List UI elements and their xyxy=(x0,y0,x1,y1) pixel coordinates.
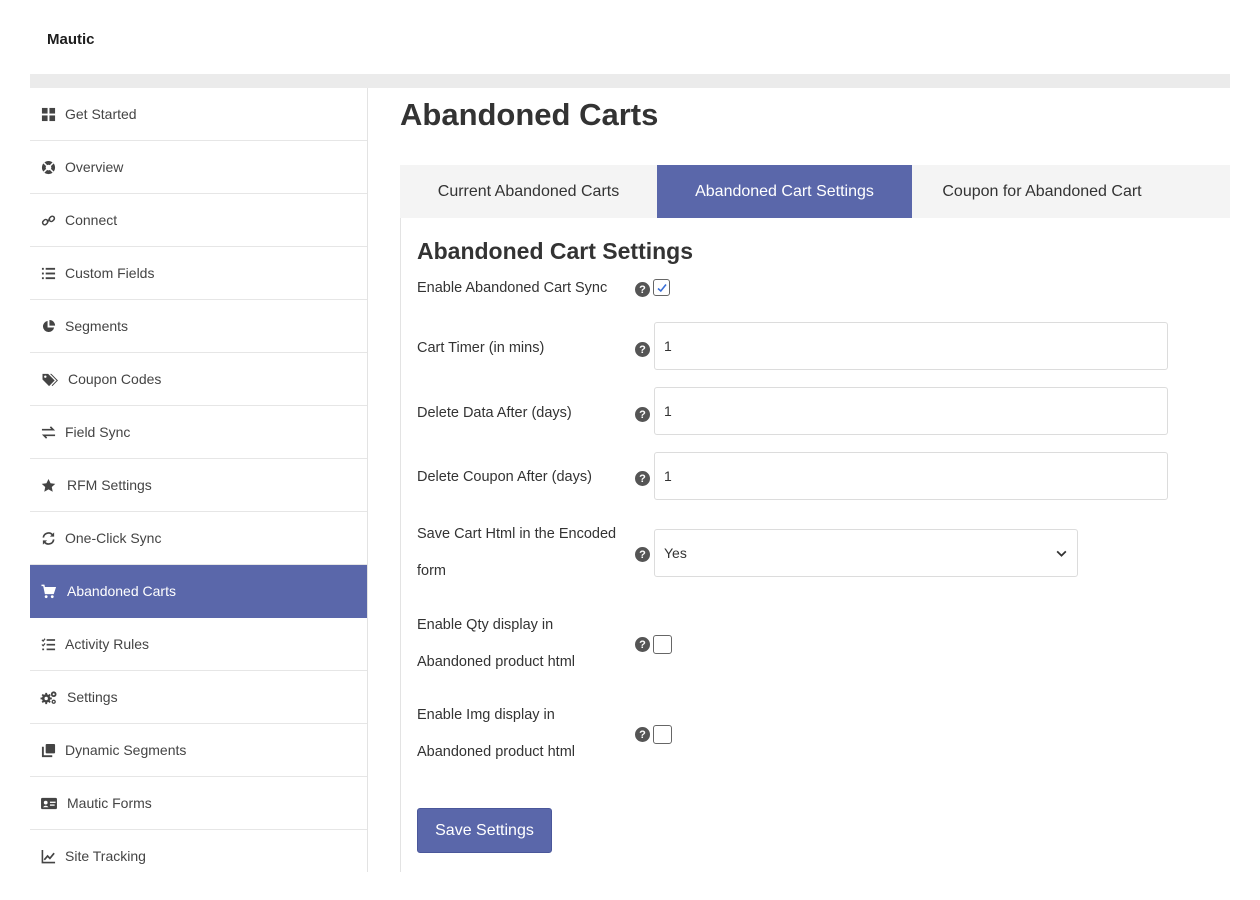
delete-coupon-label: Delete Coupon After (days) xyxy=(417,469,592,485)
lifebuoy-icon xyxy=(40,159,56,175)
tasks-icon xyxy=(40,636,56,652)
enable-qty-label: Enable Qty display in Abandoned product … xyxy=(417,617,575,670)
help-icon[interactable]: ? xyxy=(635,471,650,486)
save-settings-button[interactable]: Save Settings xyxy=(417,808,552,853)
save-cart-html-select[interactable]: Yes xyxy=(654,529,1078,577)
settings-panel: Abandoned Cart Settings Enable Abandoned… xyxy=(400,218,1231,872)
sidebar-item-mautic-forms[interactable]: Mautic Forms xyxy=(30,777,367,830)
sidebar-item-label: Get Started xyxy=(65,106,137,122)
sidebar-item-label: Coupon Codes xyxy=(68,371,162,387)
help-icon[interactable]: ? xyxy=(635,727,650,742)
sidebar-item-connect[interactable]: Connect xyxy=(30,194,367,247)
help-icon[interactable]: ? xyxy=(635,342,650,357)
enable-sync-checkbox[interactable] xyxy=(653,279,670,296)
sidebar-item-label: Overview xyxy=(65,159,124,175)
delete-coupon-input[interactable] xyxy=(654,452,1168,500)
sidebar-item-label: Mautic Forms xyxy=(67,795,152,811)
help-icon[interactable]: ? xyxy=(635,547,650,562)
sidebar-item-label: Field Sync xyxy=(65,424,131,440)
sidebar-item-site-tracking[interactable]: Site Tracking xyxy=(30,830,367,882)
pie-chart-icon xyxy=(40,318,56,334)
sidebar-item-label: Site Tracking xyxy=(65,848,146,864)
tab-bar: Current Abandoned Carts Abandoned Cart S… xyxy=(400,165,1230,218)
page-title: Abandoned Carts xyxy=(400,97,659,132)
list-icon xyxy=(40,265,56,281)
sidebar-item-label: Settings xyxy=(67,689,118,705)
cart-timer-label: Cart Timer (in mins) xyxy=(417,340,545,356)
select-value: Yes xyxy=(664,545,687,561)
tab-abandoned-cart-settings[interactable]: Abandoned Cart Settings xyxy=(657,165,912,218)
enable-sync-label: Enable Abandoned Cart Sync xyxy=(417,280,608,296)
brand-logo-text: Mautic xyxy=(47,31,95,48)
tab-coupon-for-abandoned-cart[interactable]: Coupon for Abandoned Cart xyxy=(912,165,1172,218)
enable-img-checkbox[interactable] xyxy=(653,725,672,744)
top-bar xyxy=(30,74,1230,88)
sidebar-item-segments[interactable]: Segments xyxy=(30,300,367,353)
sidebar-item-label: Segments xyxy=(65,318,129,334)
cart-timer-input[interactable] xyxy=(654,322,1168,370)
sidebar-item-label: Custom Fields xyxy=(65,265,155,281)
sidebar-item-settings[interactable]: Settings xyxy=(30,671,367,724)
help-icon[interactable]: ? xyxy=(635,637,650,652)
grid-icon xyxy=(40,106,56,122)
tags-icon xyxy=(40,371,59,387)
checkmark-icon xyxy=(656,283,667,292)
sidebar-item-custom-fields[interactable]: Custom Fields xyxy=(30,247,367,300)
sidebar-item-field-sync[interactable]: Field Sync xyxy=(30,406,367,459)
sidebar-item-label: One-Click Sync xyxy=(65,530,162,546)
sidebar-item-abandoned-carts[interactable]: Abandoned Carts xyxy=(30,565,367,618)
cogs-icon xyxy=(40,689,58,705)
id-card-icon xyxy=(40,795,58,811)
cart-icon xyxy=(40,583,56,599)
star-icon xyxy=(40,477,56,493)
sidebar-item-get-started[interactable]: Get Started xyxy=(30,88,367,141)
sidebar-item-label: Dynamic Segments xyxy=(65,742,187,758)
chevron-down-icon xyxy=(1056,550,1067,557)
delete-data-input[interactable] xyxy=(654,387,1168,435)
sidebar-nav: Get Started Overview Connect Custom Fiel… xyxy=(30,88,368,872)
enable-img-label: Enable Img display in Abandoned product … xyxy=(417,707,575,760)
sidebar-item-one-click-sync[interactable]: One-Click Sync xyxy=(30,512,367,565)
delete-data-label: Delete Data After (days) xyxy=(417,405,572,421)
enable-qty-checkbox[interactable] xyxy=(653,635,672,654)
line-chart-icon xyxy=(40,848,56,864)
settings-title: Abandoned Cart Settings xyxy=(417,238,694,264)
save-cart-html-label: Save Cart Html in the Encoded form xyxy=(417,526,617,579)
sidebar-item-activity-rules[interactable]: Activity Rules xyxy=(30,618,367,671)
exchange-icon xyxy=(40,424,56,440)
sidebar-item-coupon-codes[interactable]: Coupon Codes xyxy=(30,353,367,406)
sidebar-item-label: Connect xyxy=(65,212,118,228)
sidebar-item-dynamic-segments[interactable]: Dynamic Segments xyxy=(30,724,367,777)
sidebar-item-label: RFM Settings xyxy=(67,477,152,493)
clone-icon xyxy=(40,742,56,758)
sidebar-item-label: Activity Rules xyxy=(65,636,150,652)
sync-icon xyxy=(40,530,56,546)
sidebar-item-rfm-settings[interactable]: RFM Settings xyxy=(30,459,367,512)
sidebar-item-label: Abandoned Carts xyxy=(67,583,176,599)
link-icon xyxy=(40,212,56,228)
tab-current-abandoned-carts[interactable]: Current Abandoned Carts xyxy=(400,165,657,218)
help-icon[interactable]: ? xyxy=(635,282,650,297)
help-icon[interactable]: ? xyxy=(635,407,650,422)
sidebar-item-overview[interactable]: Overview xyxy=(30,141,367,194)
